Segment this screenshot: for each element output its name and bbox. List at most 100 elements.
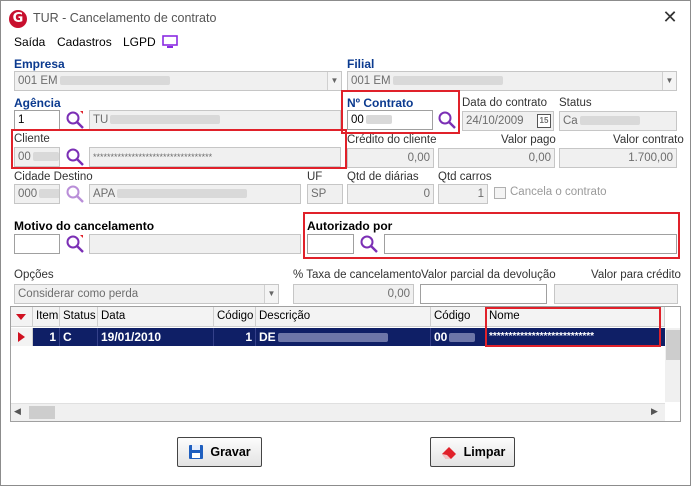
menu-saida[interactable]: Saída bbox=[14, 35, 45, 51]
save-button[interactable]: Gravar bbox=[177, 437, 262, 467]
eraser-icon bbox=[441, 447, 456, 459]
autorizado-code-input[interactable] bbox=[307, 234, 354, 254]
contrato-label: Nº Contrato bbox=[347, 96, 414, 110]
cliente-code: 00 bbox=[18, 151, 31, 163]
cell-codigo: 1 bbox=[214, 328, 256, 346]
monitor-icon[interactable] bbox=[162, 35, 178, 49]
redacted-text bbox=[110, 115, 221, 125]
credito-field: 0,00 bbox=[347, 148, 434, 168]
diarias-field: 0 bbox=[347, 184, 434, 204]
grid-corner[interactable] bbox=[11, 307, 33, 327]
cidade-code-field: 000 bbox=[14, 184, 60, 204]
redacted-text bbox=[32, 152, 59, 162]
filial-label: Filial bbox=[347, 57, 375, 71]
cliente-name-field: ********************************** bbox=[89, 147, 341, 167]
title-bar: G TUR - Cancelamento de contrato ✕ bbox=[1, 1, 690, 35]
opcoes-label: Opções bbox=[14, 269, 54, 281]
carros-label: Qtd carros bbox=[438, 171, 492, 183]
credito-final-label: Valor para crédito bbox=[591, 269, 681, 281]
cell-item: 1 bbox=[33, 328, 60, 346]
cidade-search-icon[interactable] bbox=[65, 184, 85, 204]
col-codigo-header[interactable]: Código bbox=[214, 307, 256, 327]
col-data-header[interactable]: Data bbox=[98, 307, 214, 327]
redacted-text bbox=[117, 189, 248, 199]
menu-lgpd[interactable]: LGPD bbox=[123, 35, 156, 51]
col-codigo2-header[interactable]: Código bbox=[431, 307, 486, 327]
autorizado-label: Autorizado por bbox=[307, 219, 393, 233]
vertical-scrollbar[interactable] bbox=[665, 328, 680, 402]
filial-combo[interactable]: 001 EM ▼ bbox=[347, 71, 677, 91]
col-status-header[interactable]: Status bbox=[60, 307, 98, 327]
horizontal-scrollbar[interactable]: ◀ ▶ bbox=[11, 403, 665, 421]
opcoes-combo[interactable]: Considerar como perda ▼ bbox=[14, 284, 279, 304]
chevron-down-icon[interactable]: ▼ bbox=[327, 72, 341, 90]
save-button-label: Gravar bbox=[210, 445, 251, 459]
cell-codigo2: 00 bbox=[431, 328, 486, 346]
uf-label: UF bbox=[307, 171, 323, 183]
valor-contrato-field: 1.700,00 bbox=[559, 148, 677, 168]
scroll-left-icon[interactable]: ◀ bbox=[14, 406, 21, 417]
cell-descricao: DE bbox=[256, 328, 431, 346]
col-descricao-header[interactable]: Descrição bbox=[256, 307, 431, 327]
clear-button[interactable]: Limpar bbox=[430, 437, 515, 467]
chevron-down-icon[interactable]: ▼ bbox=[662, 72, 676, 90]
diarias-label: Qtd de diárias bbox=[347, 171, 419, 183]
scroll-thumb[interactable] bbox=[29, 406, 55, 419]
motivo-code-input[interactable] bbox=[14, 234, 60, 254]
data-contrato-value: 24/10/2009 bbox=[466, 115, 524, 127]
col-item-header[interactable]: Item bbox=[33, 307, 60, 327]
parcial-input[interactable] bbox=[420, 284, 547, 304]
uf-field: SP bbox=[307, 184, 343, 204]
data-contrato-label: Data do contrato bbox=[462, 97, 548, 109]
cancela-label: Cancela o contrato bbox=[510, 186, 607, 198]
empresa-value: 001 EM bbox=[18, 75, 58, 87]
status-value: Ca bbox=[563, 115, 578, 127]
empresa-combo[interactable]: 001 EM ▼ bbox=[14, 71, 342, 91]
taxa-field: 0,00 bbox=[293, 284, 414, 304]
redacted-text bbox=[392, 76, 503, 86]
scroll-right-icon[interactable]: ▶ bbox=[651, 406, 658, 417]
redacted-text bbox=[579, 116, 640, 126]
autorizado-search-icon[interactable] bbox=[359, 234, 379, 254]
cell-data: 19/01/2010 bbox=[98, 328, 214, 346]
agencia-name-field: TU bbox=[89, 110, 341, 130]
cidade-name: APA bbox=[93, 188, 116, 200]
row-pointer-icon bbox=[18, 332, 25, 342]
redacted-text bbox=[277, 333, 388, 343]
chevron-down-icon[interactable]: ▼ bbox=[264, 285, 278, 303]
redacted-text bbox=[59, 76, 170, 86]
valor-contrato-label: Valor contrato bbox=[613, 134, 684, 146]
motivo-search-icon[interactable] bbox=[65, 234, 85, 254]
contrato-input[interactable]: 00 bbox=[347, 110, 433, 130]
nome-highlight bbox=[485, 307, 661, 347]
cliente-label: Cliente bbox=[14, 133, 50, 145]
agencia-label: Agência bbox=[14, 96, 61, 110]
scroll-thumb[interactable] bbox=[666, 330, 680, 360]
sort-down-icon bbox=[16, 314, 26, 320]
cell-codigo2-text: 00 bbox=[434, 330, 448, 344]
valor-pago-field: 0,00 bbox=[438, 148, 555, 168]
menu-cadastros[interactable]: Cadastros bbox=[57, 35, 112, 51]
filial-value: 001 EM bbox=[351, 75, 391, 87]
agencia-search-icon[interactable] bbox=[65, 110, 85, 130]
cidade-code: 000 bbox=[18, 188, 38, 200]
close-icon[interactable]: ✕ bbox=[659, 7, 681, 29]
opcoes-value: Considerar como perda bbox=[18, 288, 139, 300]
cell-status: C bbox=[60, 328, 98, 346]
cliente-search-icon[interactable] bbox=[65, 147, 85, 167]
contrato-value: 00 bbox=[351, 114, 364, 126]
cancela-checkbox[interactable] bbox=[494, 187, 506, 199]
row-indicator[interactable] bbox=[11, 328, 33, 346]
valor-pago-label: Valor pago bbox=[501, 134, 556, 146]
autorizado-name-input[interactable] bbox=[384, 234, 677, 254]
clear-button-label: Limpar bbox=[463, 445, 506, 459]
motivo-name-field bbox=[89, 234, 301, 254]
motivo-label: Motivo do cancelamento bbox=[14, 219, 155, 233]
cidade-label: Cidade Destino bbox=[14, 171, 93, 183]
window: G TUR - Cancelamento de contrato ✕ Saída… bbox=[0, 0, 691, 486]
contrato-search-icon[interactable] bbox=[437, 110, 457, 130]
carros-field: 1 bbox=[438, 184, 488, 204]
empresa-label: Empresa bbox=[14, 57, 65, 71]
calendar-icon[interactable]: 15 bbox=[537, 114, 551, 128]
agencia-code-input[interactable]: 1 bbox=[14, 110, 60, 130]
